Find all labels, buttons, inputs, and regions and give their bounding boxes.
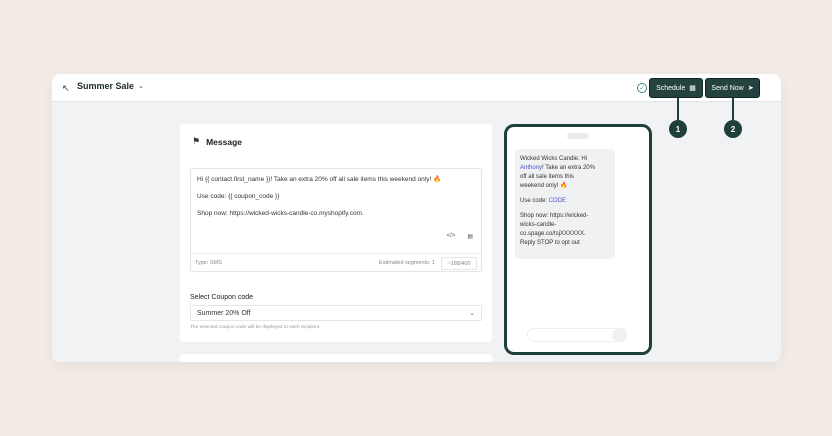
- editor-line-1-text: Hi {{ contact.first_name }}! Take an ext…: [197, 176, 432, 183]
- message-header: ⚑ Message: [192, 136, 242, 147]
- preview-code-value: CODE: [548, 198, 567, 204]
- marker-connector: [732, 98, 734, 120]
- coupon-selected-value: Summer 20% Off: [197, 309, 251, 317]
- phone-notch: [567, 133, 589, 139]
- preview-line: wicks-candle-: [520, 222, 557, 228]
- editor-toolbar: </> ▤: [447, 233, 473, 240]
- app-window: ↖ Summer Sale ⌄ ✓ Schedule ▦ Send Now ➤ …: [52, 74, 781, 362]
- message-card: ⚑ Message Hi {{ contact.first_name }}! T…: [180, 124, 492, 342]
- preview-line: off all sale items this: [520, 174, 574, 180]
- campaign-title: Summer Sale: [77, 81, 135, 91]
- top-bar: ↖ Summer Sale ⌄ ✓ Schedule ▦ Send Now ➤: [52, 74, 781, 102]
- message-type: Type: SMS: [195, 260, 222, 266]
- marker-2: 2: [724, 120, 742, 138]
- preview-line: Wicked Wicks Candle: Hi: [520, 156, 588, 162]
- fire-emoji-icon: 🔥: [433, 176, 442, 183]
- preview-text: ! Take an extra 20%: [542, 165, 595, 171]
- phone-message-input: [527, 328, 627, 342]
- send-now-button[interactable]: Send Now ➤: [705, 78, 760, 98]
- message-editor[interactable]: Hi {{ contact.first_name }}! Take an ext…: [190, 168, 482, 272]
- chevron-down-icon: ⌄: [138, 83, 144, 90]
- preview-contact-name: Anthony: [520, 165, 543, 171]
- coupon-select[interactable]: Summer 20% Off ⌄: [190, 305, 482, 321]
- message-flag-icon: ⚑: [192, 136, 201, 146]
- next-card: [180, 354, 492, 362]
- send-now-button-label: Send Now: [711, 84, 744, 92]
- coupon-help-text: The selected coupon code will be display…: [190, 325, 321, 330]
- preview-line: co.spage.co/tsjXXXXXX.: [520, 231, 586, 237]
- code-icon[interactable]: </>: [447, 233, 456, 240]
- phone-send-icon: [612, 329, 626, 341]
- character-count: ~188/400: [441, 257, 477, 270]
- schedule-button-label: Schedule: [656, 84, 686, 92]
- schedule-button[interactable]: Schedule ▦: [649, 78, 703, 98]
- fire-emoji-icon: 🔥: [560, 183, 568, 189]
- saved-check-icon: ✓: [637, 83, 647, 93]
- coupon-label: Select Coupon code: [190, 294, 254, 301]
- editor-line-3: Shop now: https://wicked-wicks-candle-co…: [197, 210, 364, 217]
- send-icon: ➤: [747, 85, 754, 92]
- back-arrow-icon[interactable]: ↖: [62, 83, 70, 94]
- preview-text: weekend only!: [520, 183, 559, 189]
- sms-preview-phone: Wicked Wicks Candle: Hi Anthony! Take an…: [504, 124, 652, 355]
- chevron-down-icon: ⌄: [469, 310, 475, 317]
- preview-line: Reply STOP to opt out: [520, 240, 580, 246]
- calendar-icon: ▦: [689, 85, 696, 92]
- campaign-title-dropdown[interactable]: Summer Sale ⌄: [77, 81, 144, 91]
- preview-line: Use code: CODE: [520, 197, 610, 206]
- preview-code-label: Use code:: [520, 198, 549, 204]
- editor-line-2: Use code: {{ coupon_code }}: [197, 193, 280, 200]
- marker-connector: [677, 98, 679, 120]
- preview-line: weekend only! 🔥: [520, 182, 610, 191]
- media-icon[interactable]: ▤: [467, 233, 473, 240]
- estimated-segments: Estimated segments: 1: [379, 260, 435, 266]
- editor-line-1: Hi {{ contact.first_name }}! Take an ext…: [197, 175, 441, 183]
- marker-1: 1: [669, 120, 687, 138]
- preview-line: Shop now: https://wicked-: [520, 213, 589, 219]
- sms-preview-bubble: Wicked Wicks Candle: Hi Anthony! Take an…: [515, 149, 615, 259]
- message-heading: Message: [206, 136, 242, 147]
- preview-line: Anthony! Take an extra 20%: [520, 164, 610, 173]
- editor-footer: Type: SMS Estimated segments: 1 ~188/400: [191, 253, 481, 273]
